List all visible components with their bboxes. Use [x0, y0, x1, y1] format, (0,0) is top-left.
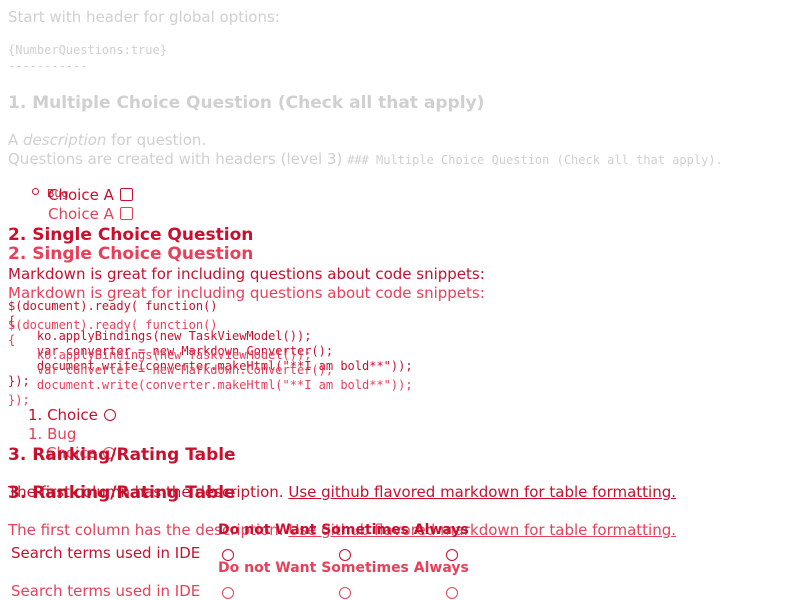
markdown-link[interactable]: Use github flavored markdown for table f… — [288, 483, 676, 501]
bullet-icon — [32, 188, 39, 195]
q2-choice-1-label: 1. Choice — [28, 406, 98, 424]
column-header: Sometimes — [321, 522, 409, 538]
description-suffix: for question. — [106, 131, 207, 149]
q2-choice-1: 1. Choice — [28, 406, 116, 424]
question-2-text: Markdown is great for including question… — [8, 265, 485, 283]
choice-a-label-secondary: Choice A — [48, 205, 114, 223]
description-prefix: A — [8, 131, 24, 149]
global-options-header-text: Start with header for global options: — [8, 8, 280, 26]
question-3-text: The first column has the description. Us… — [8, 483, 676, 501]
question-2-heading-secondary: 2. Single Choice Question — [8, 244, 254, 264]
question-3-heading: 3. Ranking/Rating Table — [8, 445, 236, 465]
column-header: Sometimes — [321, 560, 409, 576]
code-line: $(document).ready( function() — [8, 318, 218, 332]
table-row-label-secondary: Search terms used in IDE — [11, 582, 201, 600]
radio-always-secondary[interactable] — [446, 587, 458, 599]
choice-a-primary: Choice A — [48, 186, 133, 204]
code-line: { — [8, 333, 16, 347]
choice-a-secondary: Choice A — [48, 205, 133, 223]
radio-sometimes-secondary[interactable] — [339, 587, 351, 599]
code-line: ko.applyBindings(new TaskViewModel()); — [8, 348, 312, 362]
code-line: document.write(converter.makeHtml("**I a… — [8, 378, 413, 392]
description-emphasis: description — [23, 131, 107, 149]
note-text: Questions are created with headers (leve… — [8, 150, 343, 168]
code-block-secondary: $(document).ready( function() { ko.apply… — [8, 318, 413, 408]
code-line: var converter = new Markdown.Converter()… — [8, 363, 334, 377]
table-header-primary: Do not Want Sometimes Always — [218, 522, 469, 538]
question-2-heading: 2. Single Choice Question — [8, 225, 254, 245]
separator-line: ----------- — [8, 59, 88, 73]
code-line: }); — [8, 393, 30, 407]
column-header: Always — [413, 522, 469, 538]
question-1-description: A description for question. — [8, 131, 206, 149]
radio-do-not-want-secondary[interactable] — [222, 587, 234, 599]
question-1-heading: 1. Multiple Choice Question (Check all t… — [8, 93, 485, 113]
checkbox-choice-a[interactable] — [119, 188, 133, 201]
note-code: ### Multiple Choice Question (Check all … — [347, 153, 723, 167]
table-row-label: Search terms used in IDE — [11, 544, 201, 562]
column-header: Do not Want — [218, 560, 317, 576]
column-header: Always — [413, 560, 469, 576]
column-header: Do not Want — [218, 522, 317, 538]
q3-text-prefix: The first column has the description. — [8, 483, 284, 501]
choice-a-label: Choice A — [48, 186, 114, 204]
question-1-note: Questions are created with headers (leve… — [8, 150, 723, 168]
checkbox-choice-a-secondary[interactable] — [119, 207, 133, 220]
table-header-secondary: Do not Want Sometimes Always — [218, 560, 469, 576]
q2-choice-bug: 1. Bug — [28, 425, 77, 443]
global-options-code: {NumberQuestions:true} — [8, 43, 167, 57]
code-line: $(document).ready( function() — [8, 299, 218, 313]
radio-choice-1[interactable] — [103, 409, 116, 421]
